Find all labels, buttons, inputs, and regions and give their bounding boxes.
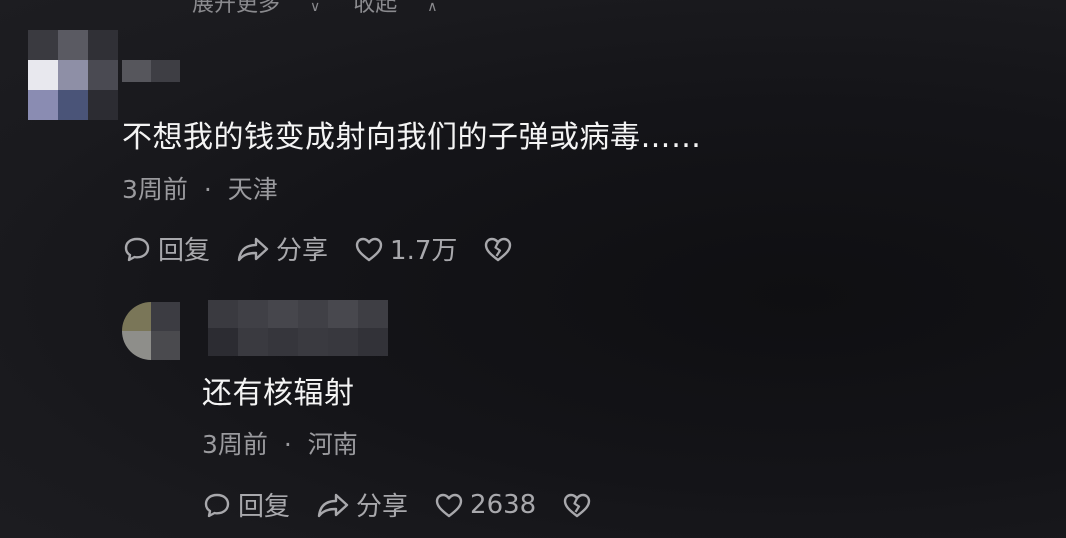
collapse-button[interactable]: 收起 ∧	[353, 0, 437, 17]
reply-avatar[interactable]	[122, 302, 180, 360]
heart-icon	[355, 237, 383, 261]
username[interactable]	[122, 60, 180, 82]
share-label: 分享	[356, 492, 409, 522]
comment-bubble-icon	[204, 493, 230, 517]
like-button[interactable]: 1.7万	[354, 230, 457, 267]
broken-heart-icon	[485, 237, 512, 261]
share-button[interactable]: 分享	[316, 486, 408, 523]
comment-meta: 3周前 · 天津	[122, 170, 278, 206]
reply-label: 回复	[238, 492, 291, 522]
reply-actions: 回复 分享 2638	[202, 486, 598, 523]
dislike-button[interactable]	[483, 234, 519, 264]
comment-actions: 回复 分享 1.7万	[122, 230, 519, 267]
chevron-down-icon: ∨	[310, 0, 321, 15]
reply-username[interactable]	[208, 300, 388, 356]
thread-controls: 展开更多 ∨ 收起 ∧	[192, 0, 464, 18]
share-arrow-icon	[317, 493, 349, 517]
like-count: 2638	[470, 489, 537, 520]
like-count: 1.7万	[390, 236, 458, 266]
reply-text: 还有核辐射	[202, 376, 355, 411]
reply-time: 3周前	[202, 430, 268, 459]
comment-bubble-icon	[124, 237, 150, 261]
meta-separator: ·	[203, 175, 212, 204]
heart-icon	[435, 493, 463, 517]
broken-heart-icon	[564, 493, 591, 517]
reply-button[interactable]: 回复	[202, 486, 290, 523]
reply-label: 回复	[158, 236, 211, 266]
share-button[interactable]: 分享	[236, 230, 328, 267]
like-button[interactable]: 2638	[434, 490, 536, 520]
reply-button[interactable]: 回复	[122, 230, 210, 267]
expand-more-button[interactable]: 展开更多 ∨	[192, 0, 320, 17]
expand-more-label: 展开更多	[192, 0, 281, 17]
reply-location: 河南	[307, 430, 358, 459]
share-label: 分享	[276, 236, 329, 266]
chevron-up-icon: ∧	[427, 0, 438, 15]
share-arrow-icon	[237, 237, 269, 261]
comment-location: 天津	[227, 175, 278, 204]
dislike-button[interactable]	[562, 490, 598, 520]
reply-meta: 3周前 · 河南	[202, 425, 358, 461]
comment-time: 3周前	[122, 175, 188, 204]
avatar[interactable]	[28, 30, 118, 120]
comment-text: 不想我的钱变成射向我们的子弹或病毒……	[122, 120, 702, 155]
collapse-label: 收起	[353, 0, 398, 17]
meta-separator: ·	[283, 430, 292, 459]
